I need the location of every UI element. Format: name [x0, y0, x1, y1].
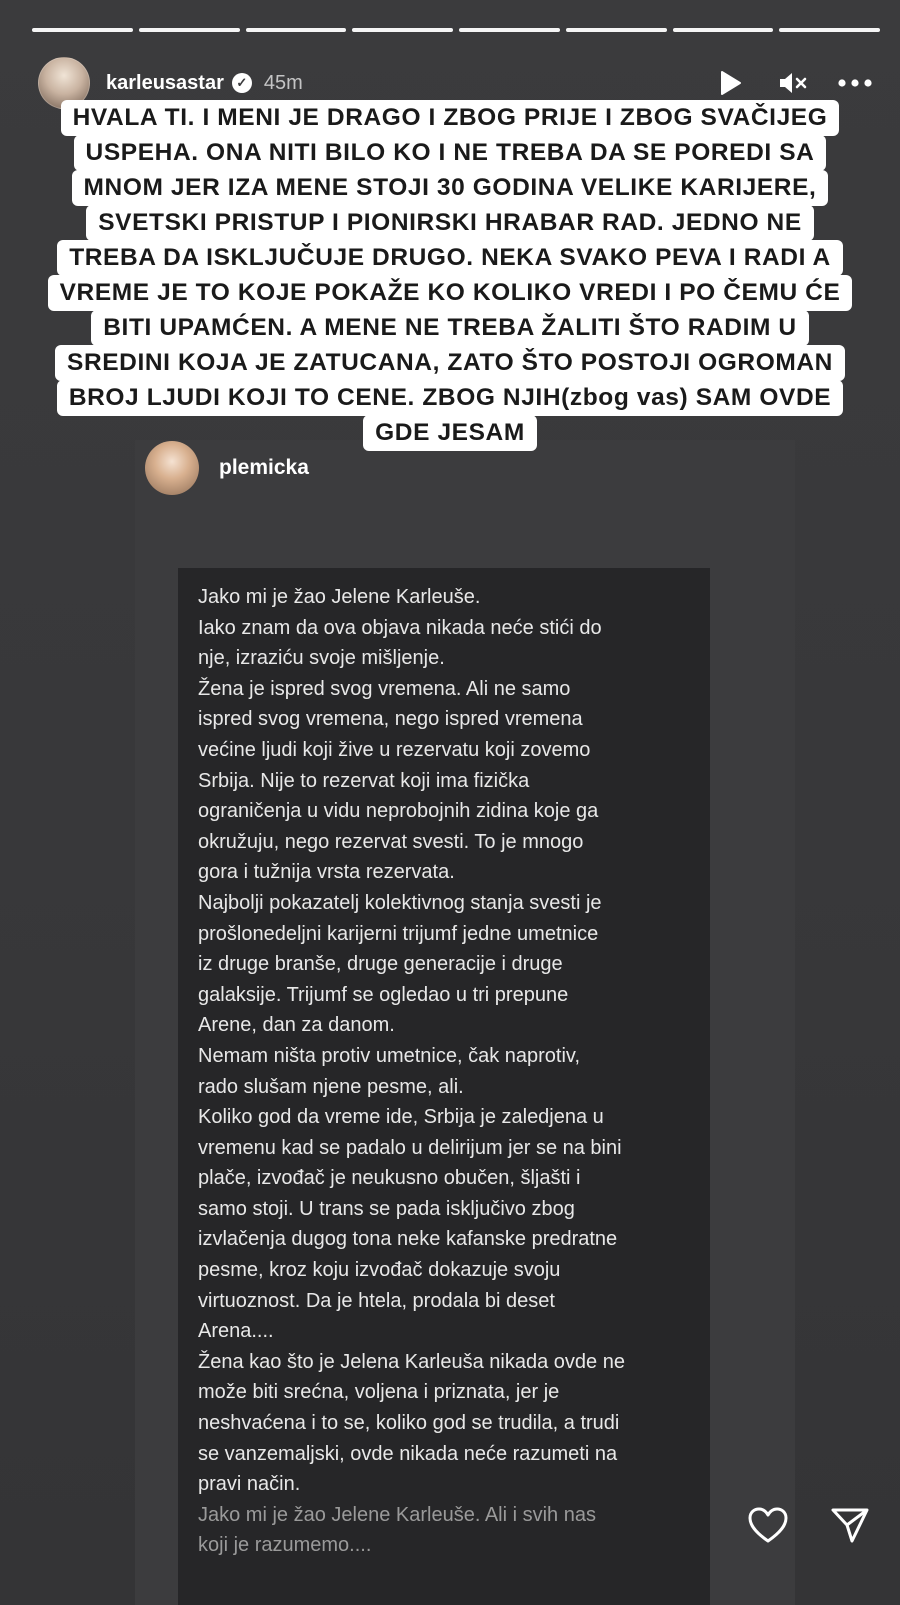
progress-segment	[138, 28, 240, 32]
note-line: ograničenja u vidu neprobojnih zidina ko…	[198, 800, 599, 823]
note-line: Žena je ispred svog vremena. Ali ne samo	[198, 677, 571, 700]
note-line: većine ljudi koji žive u rezervatu koji …	[198, 738, 591, 761]
story-caption: HVALA TI. I MENI JE DRAGO I ZBOG PRIJE I…	[18, 100, 882, 451]
note-line: pravi način.	[198, 1473, 301, 1496]
caption-line: GDE JESAM	[363, 415, 537, 451]
story-actions	[746, 1503, 872, 1547]
note-line: vremenu kad se padalo u delirijum jer se…	[198, 1136, 622, 1159]
note-line: izvlačenja dugog tona neke kafanske pred…	[198, 1228, 618, 1251]
note-line: Najbolji pokazatelj kolektivnog stanja s…	[198, 891, 602, 914]
note-line: galaksije. Trijumf se ogledao u tri prep…	[198, 983, 569, 1006]
note-line: Jako mi je žao Jelene Karleuše.	[198, 586, 481, 608]
note-line: može biti srećna, voljena i priznata, je…	[198, 1381, 560, 1404]
caption-line: MNOM JER IZA MENE STOJI 30 GODINA VELIKE…	[71, 170, 829, 206]
note-line: nje, izraziću svoje mišljenje.	[198, 647, 445, 670]
progress-segment	[672, 28, 774, 32]
note-line: se vanzemaljski, ovde nikada neće razume…	[198, 1442, 618, 1465]
caption-row: MNOM JER IZA MENE STOJI 30 GODINA VELIKE…	[18, 170, 882, 206]
caption-line: HVALA TI. I MENI JE DRAGO I ZBOG PRIJE I…	[60, 100, 840, 136]
progress-segment	[779, 28, 880, 32]
play-icon[interactable]	[714, 66, 748, 100]
caption-row: VREME JE TO KOJE POKAŽE KO KOLIKO VREDI …	[18, 275, 882, 311]
post-time: 45m	[263, 71, 303, 94]
caption-row: USPEHA. ONA NITI BILO KO I NE TREBA DA S…	[18, 135, 882, 171]
story-controls	[714, 66, 872, 100]
mute-icon[interactable]	[776, 66, 810, 100]
note-line: neshvaćena i to se, koliko god se trudil…	[198, 1412, 620, 1435]
progress-segment	[459, 28, 560, 32]
progress-segment	[565, 28, 667, 32]
note-line: Srbija. Nije to rezervat koji ima fizičk…	[198, 769, 530, 792]
note-line: plače, izvođač je neukusno obučen, šljaš…	[198, 1167, 581, 1190]
note-line: iz druge branše, druge generacije i drug…	[198, 953, 563, 976]
note-line: samo stoji. U trans se pada isključivo z…	[198, 1197, 575, 1220]
caption-line: BROJ LJUDI KOJI TO CENE. ZBOG NJIH(zbog …	[56, 380, 844, 416]
note-line: Iako znam da ova objava nikada neće stić…	[198, 616, 602, 639]
caption-line: SVETSKI PRISTUP I PIONIRSKI HRABAR RAD. …	[86, 205, 814, 241]
shared-note-text: Jako mi je žao Jelene Karleuše. Iako znam…	[178, 568, 710, 1605]
caption-row: SVETSKI PRISTUP I PIONIRSKI HRABAR RAD. …	[18, 205, 882, 241]
note-line: Arena....	[198, 1320, 274, 1343]
note-line: gora i tužnija vrsta rezervata.	[198, 861, 455, 884]
story-screen: karleusastar ✓ 45m plemicka Jako mi je ž…	[0, 0, 900, 1605]
heart-icon[interactable]	[746, 1503, 790, 1547]
note-line: virtuoznost. Da je htela, prodala bi des…	[198, 1289, 555, 1312]
caption-line: BITI UPAMĆEN. A MENE NE TREBA ŽALITI ŠTO…	[91, 310, 809, 346]
author-username[interactable]: karleusastar	[106, 72, 224, 95]
note-line: Žena kao što je Jelena Karleuša nikada o…	[198, 1350, 625, 1373]
shared-post[interactable]: plemicka Jako mi je žao Jelene Karleuše.…	[135, 440, 795, 1605]
note-line: pesme, kroz koju izvođač dokazuje svoju	[198, 1259, 561, 1282]
caption-row: TREBA DA ISKLJUČUJE DRUGO. NEKA SVAKO PE…	[18, 240, 882, 276]
verified-badge-icon: ✓	[231, 73, 252, 93]
note-line: Nemam ništa protiv umetnice, čak naproti…	[198, 1044, 581, 1067]
caption-line: USPEHA. ONA NITI BILO KO I NE TREBA DA S…	[73, 135, 827, 171]
caption-row: SREDINI KOJA JE ZATUCANA, ZATO ŠTO POSTO…	[18, 345, 882, 381]
note-line: prošlonedeljni karijerni trijumf jedne u…	[198, 922, 599, 945]
note-line: Jako mi je žao Jelene Karleuše. Ali i sv…	[198, 1503, 596, 1526]
story-progress-bar	[32, 28, 880, 32]
note-line: Koliko god da vreme ide, Srbija je zaled…	[198, 1106, 604, 1129]
note-line: Arene, dan za danom.	[198, 1014, 395, 1037]
caption-line: TREBA DA ISKLJUČUJE DRUGO. NEKA SVAKO PE…	[57, 240, 843, 276]
caption-row: BROJ LJUDI KOJI TO CENE. ZBOG NJIH(zbog …	[18, 380, 882, 416]
caption-line: VREME JE TO KOJE POKAŽE KO KOLIKO VREDI …	[47, 275, 853, 311]
more-icon[interactable]	[838, 66, 872, 100]
caption-row: GDE JESAM	[18, 415, 882, 451]
caption-row: HVALA TI. I MENI JE DRAGO I ZBOG PRIJE I…	[18, 100, 882, 136]
caption-line: SREDINI KOJA JE ZATUCANA, ZATO ŠTO POSTO…	[55, 345, 845, 381]
caption-row: BITI UPAMĆEN. A MENE NE TREBA ŽALITI ŠTO…	[18, 310, 882, 346]
progress-segment	[32, 28, 133, 32]
shared-author-username[interactable]: plemicka	[219, 456, 309, 480]
send-icon[interactable]	[828, 1503, 872, 1547]
note-line: ispred svog vremena, nego ispred vremena	[198, 708, 583, 731]
progress-segment	[352, 28, 453, 32]
note-line: rado slušam njene pesme, ali.	[198, 1075, 464, 1098]
note-line: koji je razumemo....	[198, 1534, 372, 1557]
note-line: okružuju, nego rezervat svesti. To je mn…	[198, 830, 584, 853]
progress-segment	[245, 28, 347, 32]
